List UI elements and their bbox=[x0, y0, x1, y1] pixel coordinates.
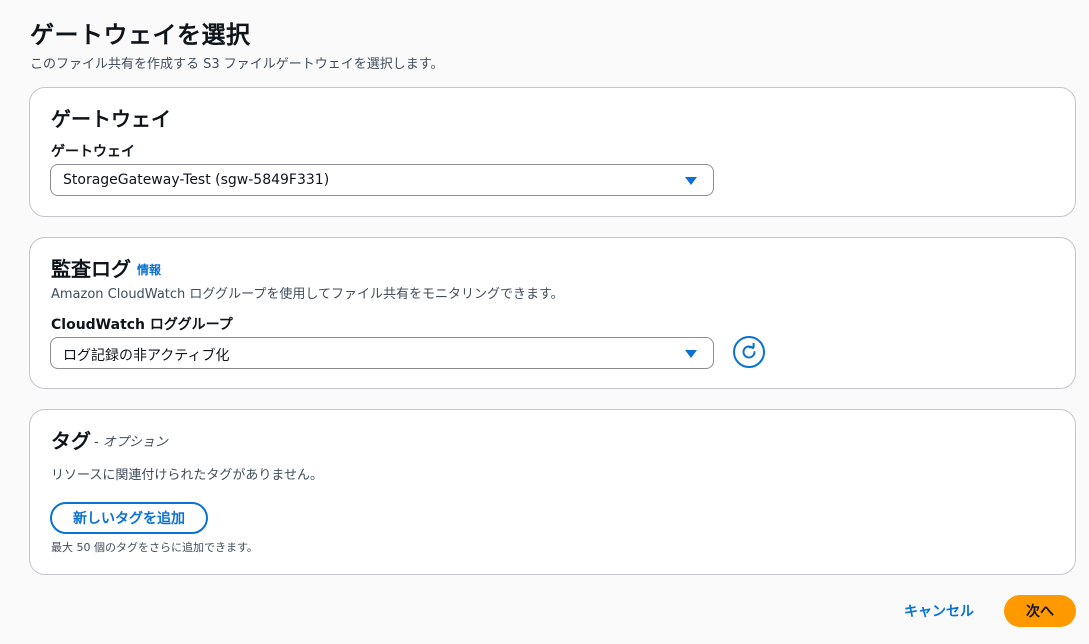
refresh-button[interactable] bbox=[733, 336, 765, 368]
tags-section-title: タグ bbox=[51, 429, 91, 453]
optional-label: - オプション bbox=[94, 435, 168, 450]
page-title: ゲートウェイを選択 bbox=[30, 21, 251, 49]
add-new-tag-button[interactable]: 新しいタグを追加 bbox=[50, 502, 208, 534]
audit-log-section-title: 監査ログ bbox=[51, 257, 131, 281]
caret-down-icon bbox=[685, 177, 697, 185]
cloudwatch-log-group-label: CloudWatch ロググループ bbox=[51, 317, 233, 333]
no-tags-message: リソースに関連付けられたタグがありません。 bbox=[51, 468, 323, 483]
cloudwatch-log-group-select[interactable]: ログ記録の非アクティブ化 bbox=[50, 337, 714, 369]
cloudwatch-log-group-value: ログ記録の非アクティブ化 bbox=[63, 348, 230, 364]
refresh-icon bbox=[742, 343, 756, 359]
tags-section: タグ - オプション リソースに関連付けられたタグがありません。 新しいタグを追… bbox=[29, 409, 1076, 575]
info-link[interactable]: 情報 bbox=[137, 261, 161, 278]
audit-log-description: Amazon CloudWatch ロググループを使用してファイル共有をモニタリ… bbox=[51, 287, 564, 302]
gateway-section-title: ゲートウェイ bbox=[51, 107, 171, 131]
next-button[interactable]: 次へ bbox=[1004, 595, 1076, 627]
audit-log-section: 監査ログ 情報 Amazon CloudWatch ロググループを使用してファイ… bbox=[29, 237, 1076, 389]
gateway-select-value: StorageGateway-Test (sgw-5849F331) bbox=[63, 172, 330, 188]
caret-down-icon bbox=[685, 350, 697, 358]
gateway-field-label: ゲートウェイ bbox=[51, 144, 135, 160]
page-description: このファイル共有を作成する S3 ファイルゲートウェイを選択します。 bbox=[30, 57, 444, 72]
gateway-section: ゲートウェイ ゲートウェイ StorageGateway-Test (sgw-5… bbox=[29, 87, 1076, 217]
gateway-select[interactable]: StorageGateway-Test (sgw-5849F331) bbox=[50, 164, 714, 196]
tag-limit-hint: 最大 50 個のタグをさらに追加できます。 bbox=[51, 541, 258, 554]
cancel-button[interactable]: キャンセル bbox=[892, 600, 986, 622]
